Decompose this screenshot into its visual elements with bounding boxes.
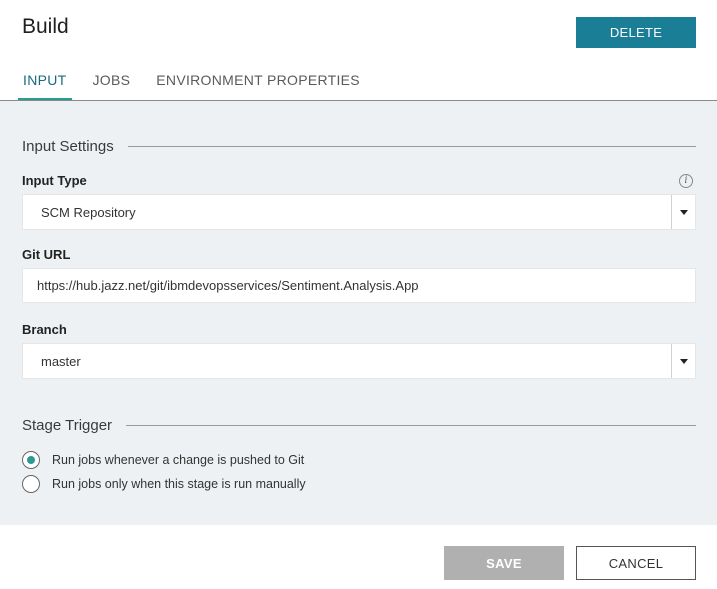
delete-button[interactable]: DELETE	[576, 17, 696, 48]
stage-trigger-heading: Stage Trigger	[22, 417, 696, 434]
dropdown-toggle[interactable]	[671, 195, 695, 229]
radio-label: Run jobs only when this stage is run man…	[52, 477, 306, 491]
branch-select[interactable]: master	[22, 343, 696, 379]
branch-label: Branch	[22, 322, 67, 337]
git-url-label: Git URL	[22, 247, 71, 262]
input-type-value: SCM Repository	[41, 204, 136, 220]
input-settings-heading: Input Settings	[22, 138, 696, 155]
radio-option-push[interactable]: Run jobs whenever a change is pushed to …	[22, 451, 304, 469]
git-url-field[interactable]: https://hub.jazz.net/git/ibmdevopsservic…	[22, 268, 696, 303]
radio-option-manual[interactable]: Run jobs only when this stage is run man…	[22, 475, 306, 493]
branch-value: master	[41, 353, 81, 369]
cancel-button[interactable]: CANCEL	[576, 546, 696, 580]
radio-button-checked[interactable]	[22, 451, 40, 469]
dropdown-toggle[interactable]	[671, 344, 695, 378]
section-title: Input Settings	[22, 138, 114, 155]
section-divider	[127, 146, 696, 147]
save-button[interactable]: SAVE	[444, 546, 564, 580]
radio-label: Run jobs whenever a change is pushed to …	[52, 453, 305, 467]
caret-down-icon	[679, 209, 688, 215]
input-type-select[interactable]: SCM Repository	[22, 194, 696, 230]
dialog-header: Build DELETE INPUT JOBS ENVIRONMENT PROP…	[0, 0, 717, 101]
section-divider	[126, 425, 696, 426]
radio-dot	[27, 456, 35, 464]
tab-environment-properties[interactable]: ENVIRONMENT PROPERTIES	[151, 64, 365, 101]
radio-button[interactable]	[22, 475, 40, 493]
page-title: Build	[22, 15, 69, 38]
tab-bar: INPUT JOBS ENVIRONMENT PROPERTIES	[18, 64, 381, 101]
tab-jobs[interactable]: JOBS	[88, 64, 136, 101]
info-icon[interactable]: i	[679, 174, 693, 188]
input-type-label: Input Type	[22, 173, 87, 188]
caret-down-icon	[679, 358, 688, 364]
section-title: Stage Trigger	[22, 417, 113, 434]
tab-input[interactable]: INPUT	[18, 64, 72, 101]
